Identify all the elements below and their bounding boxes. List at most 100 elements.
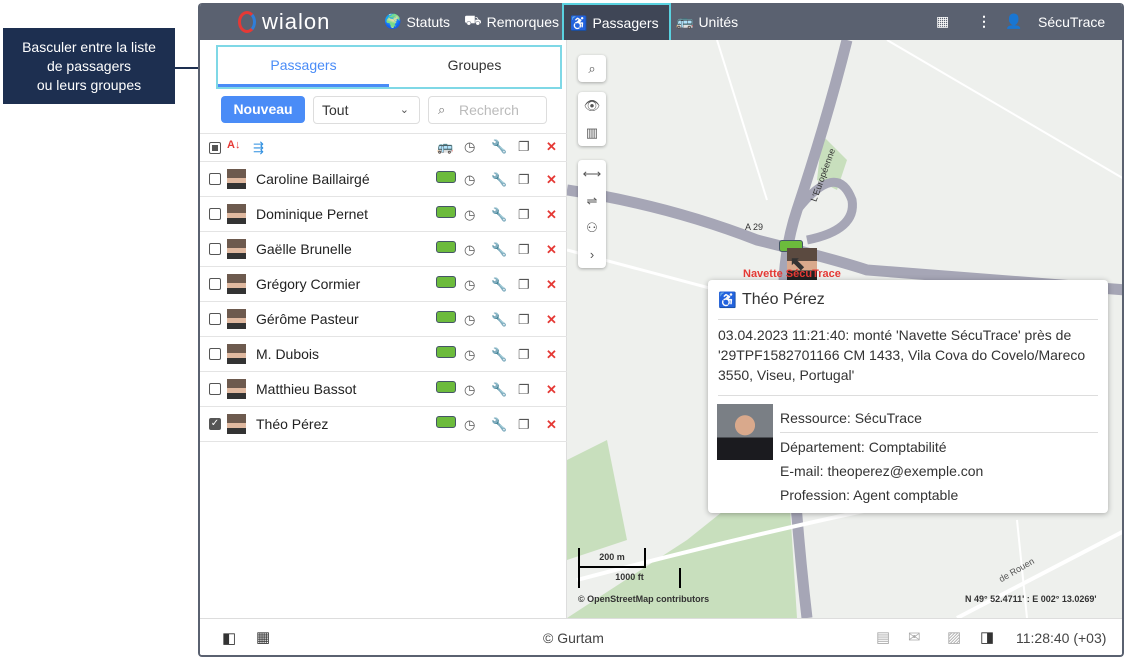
nav-passagers[interactable]: ♿ Passagers (562, 3, 671, 43)
new-button[interactable]: Nouveau (221, 96, 305, 123)
history-icon[interactable]: ◷ (464, 312, 475, 328)
wrench-icon[interactable]: 🔧 (491, 172, 507, 188)
history-column-icon[interactable]: ◷ (464, 139, 475, 155)
copy-icon[interactable]: ❐ (518, 417, 530, 433)
copy-icon[interactable]: ❐ (518, 382, 530, 398)
delete-icon[interactable]: ✕ (546, 277, 557, 293)
apps-grid-icon[interactable]: ▦ (256, 628, 270, 646)
passenger-row[interactable]: Gérôme Pasteur ◷ 🔧 ❐ ✕ (200, 302, 567, 337)
eye-icon[interactable]: 👁 (578, 92, 606, 119)
wrench-icon[interactable]: 🔧 (491, 139, 507, 155)
delete-icon[interactable]: ✕ (546, 382, 557, 398)
select-all-checkbox[interactable] (209, 142, 221, 154)
map-icon[interactable]: ▥ (578, 119, 606, 146)
wrench-icon[interactable]: 🔧 (491, 417, 507, 433)
row-checkbox[interactable] (209, 173, 221, 185)
passenger-row[interactable]: Dominique Pernet ◷ 🔧 ❐ ✕ (200, 197, 567, 232)
passenger-name[interactable]: Caroline Baillairgé (256, 171, 370, 187)
row-checkbox[interactable] (209, 348, 221, 360)
copy-icon[interactable]: ❐ (518, 139, 530, 155)
passenger-row[interactable]: Gaëlle Brunelle ◷ 🔧 ❐ ✕ (200, 232, 567, 267)
delete-icon[interactable]: ✕ (546, 347, 557, 363)
copy-icon[interactable]: ❐ (518, 277, 530, 293)
ruler-icon[interactable]: ⟷ (578, 160, 606, 187)
delete-icon[interactable]: ✕ (546, 312, 557, 328)
passenger-name[interactable]: Gérôme Pasteur (256, 311, 359, 327)
tab-groupes[interactable]: Groupes (389, 47, 560, 87)
sort-az-icon[interactable]: A↓ (227, 139, 240, 151)
row-checkbox[interactable] (209, 243, 221, 255)
history-icon[interactable]: ◷ (464, 347, 475, 363)
wialon-logo[interactable]: wialon (238, 9, 330, 35)
messages-icon[interactable]: ✉ (908, 628, 921, 646)
wrench-icon[interactable]: 🔧 (491, 312, 507, 328)
passenger-name[interactable]: Grégory Cormier (256, 276, 360, 292)
chevron-right-icon[interactable]: › (578, 241, 606, 268)
delete-icon[interactable]: ✕ (546, 417, 557, 433)
nav-statuts[interactable]: 🌍 Statuts (378, 3, 456, 40)
search-input[interactable]: ⌕ Recherch (428, 96, 547, 124)
delete-all-icon[interactable]: ✕ (546, 139, 557, 155)
bus-icon[interactable] (436, 206, 456, 218)
apps-grid-icon[interactable]: ▦ (936, 3, 949, 40)
gallery-icon[interactable]: ▨ (947, 628, 961, 646)
wrench-icon[interactable]: 🔧 (491, 242, 507, 258)
wrench-icon[interactable]: 🔧 (491, 277, 507, 293)
row-checkbox[interactable]: ✓ (209, 418, 221, 430)
tab-passagers[interactable]: Passagers (218, 47, 389, 87)
history-icon[interactable]: ◷ (464, 242, 475, 258)
copy-icon[interactable]: ❐ (518, 207, 530, 223)
user-name[interactable]: SécuTrace (1038, 3, 1105, 40)
map[interactable]: A 29 L'Européenne de Rouen Navette SécuT… (567, 40, 1122, 618)
passenger-name[interactable]: M. Dubois (256, 346, 319, 362)
passenger-name[interactable]: Dominique Pernet (256, 206, 368, 222)
passenger-row[interactable]: Caroline Baillairgé ◷ 🔧 ❐ ✕ (200, 162, 567, 197)
history-icon[interactable]: ◷ (464, 172, 475, 188)
history-icon[interactable]: ◷ (464, 382, 475, 398)
passenger-row[interactable]: Grégory Cormier ◷ 🔧 ❐ ✕ (200, 267, 567, 302)
more-menu-icon[interactable]: ⋮ (977, 3, 991, 40)
copy-icon[interactable]: ❐ (518, 347, 530, 363)
group-tree-icon[interactable]: ⇶ (253, 140, 264, 156)
filter-select[interactable]: Tout ⌄ (313, 96, 420, 124)
passenger-row[interactable]: ✓ Théo Pérez ◷ 🔧 ❐ ✕ (200, 407, 567, 442)
toggle-panel-icon[interactable]: ◧ (222, 629, 236, 647)
user-icon[interactable]: 👤 (1005, 3, 1022, 40)
bus-icon[interactable] (436, 381, 456, 393)
wrench-icon[interactable]: 🔧 (491, 207, 507, 223)
bus-icon[interactable] (436, 311, 456, 323)
wrench-icon[interactable]: 🔧 (491, 347, 507, 363)
copy-icon[interactable]: ❐ (518, 312, 530, 328)
row-checkbox[interactable] (209, 313, 221, 325)
row-checkbox[interactable] (209, 278, 221, 290)
copy-icon[interactable]: ❐ (518, 242, 530, 258)
unit-column-icon[interactable]: 🚌 (437, 139, 453, 155)
history-icon[interactable]: ◷ (464, 277, 475, 293)
passenger-name[interactable]: Théo Pérez (256, 416, 328, 432)
bus-icon[interactable] (436, 241, 456, 253)
nav-remorques[interactable]: ⛟ Remorques (458, 3, 565, 40)
geofence-icon[interactable]: ⚇ (578, 214, 606, 241)
passenger-name[interactable]: Matthieu Bassot (256, 381, 356, 397)
nav-unites[interactable]: 🚌 Unités (670, 3, 744, 40)
copy-icon[interactable]: ❐ (518, 172, 530, 188)
row-checkbox[interactable] (209, 208, 221, 220)
bus-icon[interactable] (436, 171, 456, 183)
passenger-name[interactable]: Gaëlle Brunelle (256, 241, 352, 257)
layout-icon[interactable]: ◨ (980, 628, 994, 646)
route-icon[interactable]: ⇌ (578, 187, 606, 214)
bus-icon[interactable] (436, 346, 456, 358)
passenger-row[interactable]: M. Dubois ◷ 🔧 ❐ ✕ (200, 337, 567, 372)
bus-icon[interactable] (436, 416, 456, 428)
row-checkbox[interactable] (209, 383, 221, 395)
delete-icon[interactable]: ✕ (546, 207, 557, 223)
notifications-icon[interactable]: ▤ (876, 628, 890, 646)
bus-icon[interactable] (436, 276, 456, 288)
history-icon[interactable]: ◷ (464, 417, 475, 433)
passenger-row[interactable]: Matthieu Bassot ◷ 🔧 ❐ ✕ (200, 372, 567, 407)
search-icon[interactable]: ⌕ (578, 55, 606, 82)
delete-icon[interactable]: ✕ (546, 242, 557, 258)
delete-icon[interactable]: ✕ (546, 172, 557, 188)
wrench-icon[interactable]: 🔧 (491, 382, 507, 398)
history-icon[interactable]: ◷ (464, 207, 475, 223)
